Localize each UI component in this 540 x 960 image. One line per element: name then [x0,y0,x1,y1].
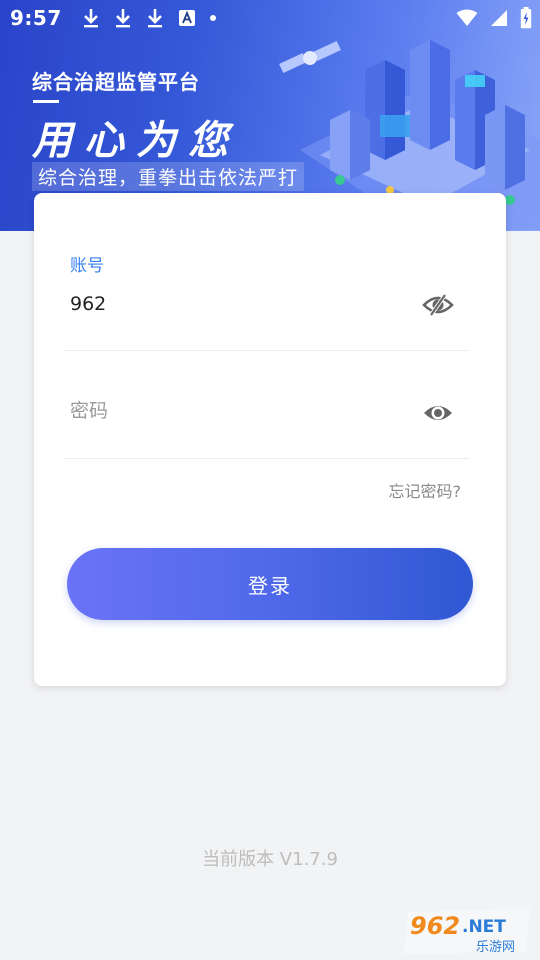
download-icon [147,9,162,28]
toggle-visibility-button[interactable] [422,293,454,317]
battery-charging-icon [520,7,532,29]
divider [65,350,469,351]
account-input[interactable] [70,293,390,315]
password-input[interactable] [70,400,390,422]
download-icon [115,9,130,28]
watermark-logo-icon: 962 .NET 乐游网 [404,908,530,955]
svg-text:.NET: .NET [462,917,506,937]
banner-slogan: 用心为您 [32,118,240,164]
version-text: 当前版本 V1.7.9 [202,849,338,870]
signal-icon [491,10,507,26]
banner-dash [33,100,59,103]
toggle-password-visibility-button[interactable] [422,401,454,425]
divider [65,458,469,459]
status-time: 9:57 [10,6,62,30]
status-bar: 9:57 [0,0,540,36]
login-button[interactable]: 登录 [67,548,473,620]
svg-text:962: 962 [410,912,460,940]
wifi-icon [456,9,478,26]
eye-icon [424,406,452,420]
svg-text:乐游网: 乐游网 [476,940,515,955]
banner-title: 综合治超监管平台 [32,70,200,94]
login-card: 账号 忘记密码? 登录 [34,193,506,686]
banner-subtitle: 综合治理，重拳出击依法严打 [32,162,305,191]
font-a-icon [178,10,195,26]
forgot-password-link[interactable]: 忘记密码? [389,478,462,502]
download-icon [83,9,98,28]
account-label: 账号 [70,256,104,276]
notification-dot-icon [209,15,216,21]
eye-off-icon [422,293,454,317]
